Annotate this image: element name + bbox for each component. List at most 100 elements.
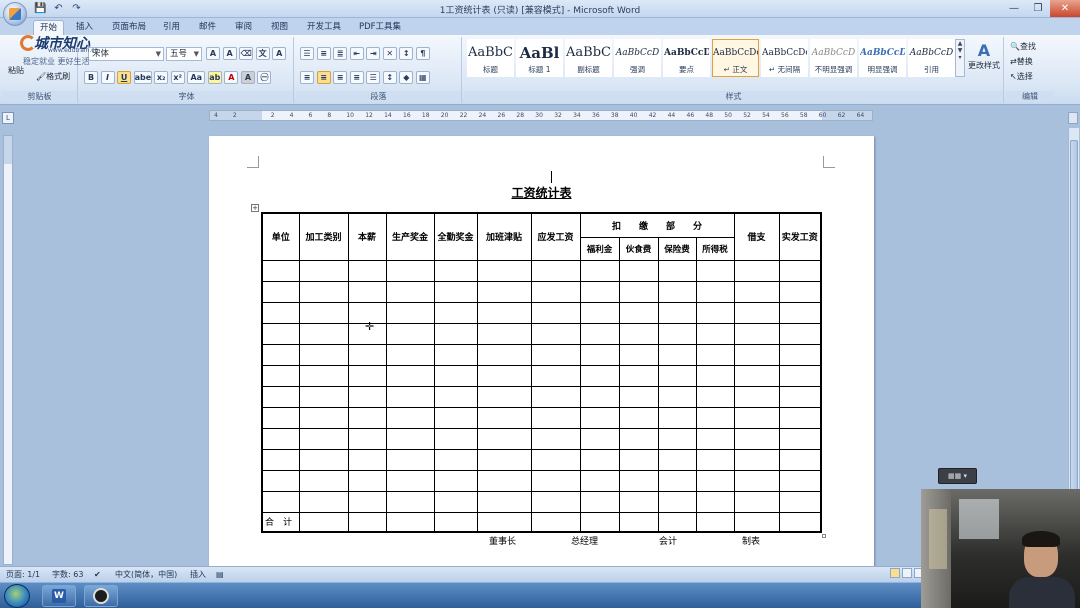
table-cell[interactable] xyxy=(347,280,387,303)
table-cell[interactable] xyxy=(695,280,735,303)
table-cell[interactable] xyxy=(298,301,349,324)
table-cell[interactable] xyxy=(579,469,620,492)
enclose-char-icon[interactable]: ㊀ xyxy=(257,71,272,84)
table-cell[interactable] xyxy=(261,259,300,282)
document-page[interactable]: 工资统计表 + 单位 加工类别 本薪 生产奖金 全勤奖金 加班津贴 应发工资 扣… xyxy=(209,136,874,566)
table-cell[interactable] xyxy=(579,259,620,282)
table-cell[interactable] xyxy=(733,448,780,471)
macro-record-icon[interactable]: ▤ xyxy=(216,567,224,582)
table-cell[interactable] xyxy=(618,343,659,366)
table-cell[interactable] xyxy=(261,490,300,513)
table-cell[interactable] xyxy=(733,343,780,366)
table-cell[interactable] xyxy=(298,385,349,408)
table-cell[interactable] xyxy=(385,406,435,429)
table-cell[interactable] xyxy=(433,511,478,533)
table-cell[interactable] xyxy=(733,301,780,324)
table-cell[interactable] xyxy=(347,406,387,429)
table-cell[interactable] xyxy=(618,469,659,492)
table-cell[interactable] xyxy=(530,280,581,303)
table-cell[interactable] xyxy=(476,385,532,408)
table-cell[interactable] xyxy=(261,364,300,387)
char-border-icon[interactable]: A xyxy=(272,47,287,60)
table-cell[interactable] xyxy=(657,364,697,387)
style-title[interactable]: AaBbC 标题 xyxy=(467,39,514,77)
table-cell[interactable] xyxy=(579,427,620,450)
style-quote[interactable]: AaBbCcD 引用 xyxy=(908,39,955,77)
header-unit[interactable]: 单位 xyxy=(261,212,300,261)
table-cell[interactable] xyxy=(733,469,780,492)
table-cell[interactable] xyxy=(657,406,697,429)
minimize-button[interactable]: — xyxy=(1002,0,1026,17)
bold-button[interactable]: B xyxy=(84,71,98,84)
table-cell[interactable] xyxy=(261,322,300,345)
status-language[interactable]: 中文(简体，中国) xyxy=(115,567,177,582)
status-words[interactable]: 字数: 63 xyxy=(52,567,83,582)
table-cell[interactable] xyxy=(618,427,659,450)
phonetic-guide-icon[interactable]: 文 xyxy=(255,47,270,60)
table-cell[interactable] xyxy=(298,427,349,450)
table-cell[interactable] xyxy=(618,301,659,324)
char-shading-button[interactable]: A xyxy=(240,71,255,84)
table-cell[interactable] xyxy=(433,469,478,492)
find-button[interactable]: 🔍查找 xyxy=(1010,41,1036,52)
total-label[interactable]: 合 计 xyxy=(261,511,300,533)
table-cell[interactable] xyxy=(385,280,435,303)
table-cell[interactable] xyxy=(433,343,478,366)
table-cell[interactable] xyxy=(385,259,435,282)
style-gallery-scroll[interactable]: ▲ ▼ ▾ xyxy=(955,39,965,77)
tab-view[interactable]: 视图 xyxy=(265,20,294,35)
bullets-icon[interactable]: ☰ xyxy=(300,47,314,60)
header-welfare[interactable]: 福利金 xyxy=(579,236,620,261)
table-cell[interactable] xyxy=(778,511,822,533)
table-cell[interactable] xyxy=(695,364,735,387)
header-insurance[interactable]: 保险费 xyxy=(657,236,697,261)
table-resize-handle[interactable] xyxy=(822,534,826,538)
table-cell[interactable] xyxy=(530,343,581,366)
table-cell[interactable] xyxy=(657,490,697,513)
status-insert-mode[interactable]: 插入 xyxy=(190,567,206,582)
numbering-icon[interactable]: ≡ xyxy=(316,47,331,60)
table-cell[interactable] xyxy=(347,364,387,387)
table-cell[interactable] xyxy=(778,301,822,324)
table-cell[interactable] xyxy=(476,490,532,513)
grow-font-icon[interactable]: A xyxy=(206,47,220,60)
table-cell[interactable] xyxy=(298,280,349,303)
view-ruler-button[interactable] xyxy=(1068,112,1078,124)
style-normal[interactable]: AaBbCcDc ↵ 正文 xyxy=(712,39,759,77)
table-cell[interactable] xyxy=(385,448,435,471)
table-cell[interactable] xyxy=(778,364,822,387)
italic-button[interactable]: I xyxy=(100,71,115,84)
table-cell[interactable] xyxy=(476,448,532,471)
table-cell[interactable] xyxy=(347,427,387,450)
table-cell[interactable] xyxy=(476,301,532,324)
table-cell[interactable] xyxy=(778,469,822,492)
table-cell[interactable] xyxy=(530,427,581,450)
table-cell[interactable] xyxy=(385,490,435,513)
table-cell[interactable] xyxy=(733,259,780,282)
document-heading[interactable]: 工资统计表 xyxy=(209,184,874,201)
start-button[interactable] xyxy=(4,584,30,608)
table-cell[interactable] xyxy=(476,469,532,492)
table-cell[interactable] xyxy=(618,259,659,282)
superscript-button[interactable]: x² xyxy=(170,71,185,84)
table-cell[interactable] xyxy=(385,511,435,533)
table-cell[interactable] xyxy=(733,406,780,429)
table-cell[interactable] xyxy=(695,343,735,366)
table-cell[interactable] xyxy=(433,427,478,450)
align-center-icon[interactable]: ≡ xyxy=(316,71,331,84)
table-cell[interactable] xyxy=(298,259,349,282)
signer-general-manager[interactable]: 总经理 xyxy=(571,534,598,547)
chinese-layout-icon[interactable]: ✕ xyxy=(382,47,397,60)
shading-icon[interactable]: ◆ xyxy=(399,71,414,84)
table-cell[interactable] xyxy=(695,322,735,345)
table-cell[interactable] xyxy=(778,322,822,345)
table-cell[interactable] xyxy=(530,490,581,513)
table-cell[interactable] xyxy=(618,490,659,513)
subscript-button[interactable]: x₂ xyxy=(154,71,169,84)
table-cell[interactable] xyxy=(618,448,659,471)
table-cell[interactable] xyxy=(733,427,780,450)
table-cell[interactable] xyxy=(347,343,387,366)
table-cell[interactable] xyxy=(298,469,349,492)
table-cell[interactable] xyxy=(433,322,478,345)
table-cell[interactable] xyxy=(433,364,478,387)
